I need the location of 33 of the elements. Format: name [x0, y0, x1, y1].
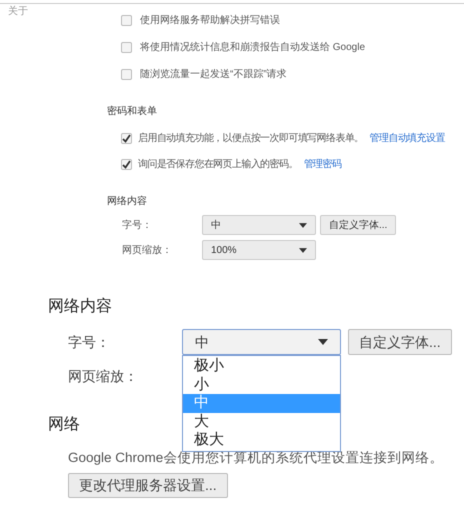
checkbox-label: 使用网络服务帮助解决拼写错误 [140, 14, 280, 28]
checkbox-label: 询问是否保存您在网页上输入的密码。 [138, 158, 298, 172]
caret-icon [318, 339, 328, 345]
checkbox-label: 随浏览流量一起发送“不跟踪”请求 [140, 68, 287, 82]
zoom-select[interactable]: 100% [202, 240, 316, 260]
checkbox-label: 启用自动填充功能，以便点按一次即可填写网络表单。 [138, 132, 364, 146]
section-heading: 网络内容 [107, 194, 148, 209]
font-size-label: 字号： [68, 332, 111, 352]
caret-icon [299, 248, 307, 252]
dropdown-option[interactable]: 小 [183, 376, 340, 394]
font-size-select[interactable]: 中 [182, 329, 341, 355]
dropdown-option[interactable]: 极小 [183, 357, 340, 376]
custom-font-button[interactable]: 自定义字体... [320, 215, 396, 235]
checkbox-label: 将使用情况统计信息和崩溃报告自动发送给 Google [140, 40, 366, 55]
section-heading: 网络内容 [48, 296, 113, 317]
settings-link[interactable]: 管理自动填充设置 [370, 131, 445, 146]
custom-font-button[interactable]: 自定义字体... [348, 329, 452, 355]
checkbox[interactable] [121, 159, 132, 170]
section-heading: 密码和表单 [107, 104, 158, 119]
zoom-label: 网页缩放： [68, 367, 138, 386]
caret-icon [299, 222, 307, 228]
section-heading: 网络 [48, 415, 80, 435]
zoom-label: 网页缩放： [122, 244, 173, 258]
checkbox[interactable] [121, 42, 132, 53]
checkbox[interactable] [121, 69, 132, 80]
checkbox[interactable] [121, 15, 132, 26]
font-size-label: 字号： [122, 218, 153, 232]
font-size-select[interactable]: 中 [202, 215, 316, 235]
dropdown-option[interactable]: 大 [183, 412, 340, 431]
checkbox[interactable] [121, 133, 132, 144]
proxy-settings-button[interactable]: 更改代理服务器设置... [68, 473, 228, 498]
settings-link[interactable]: 管理密码 [304, 157, 342, 172]
dropdown-option[interactable]: 极大 [183, 431, 340, 450]
